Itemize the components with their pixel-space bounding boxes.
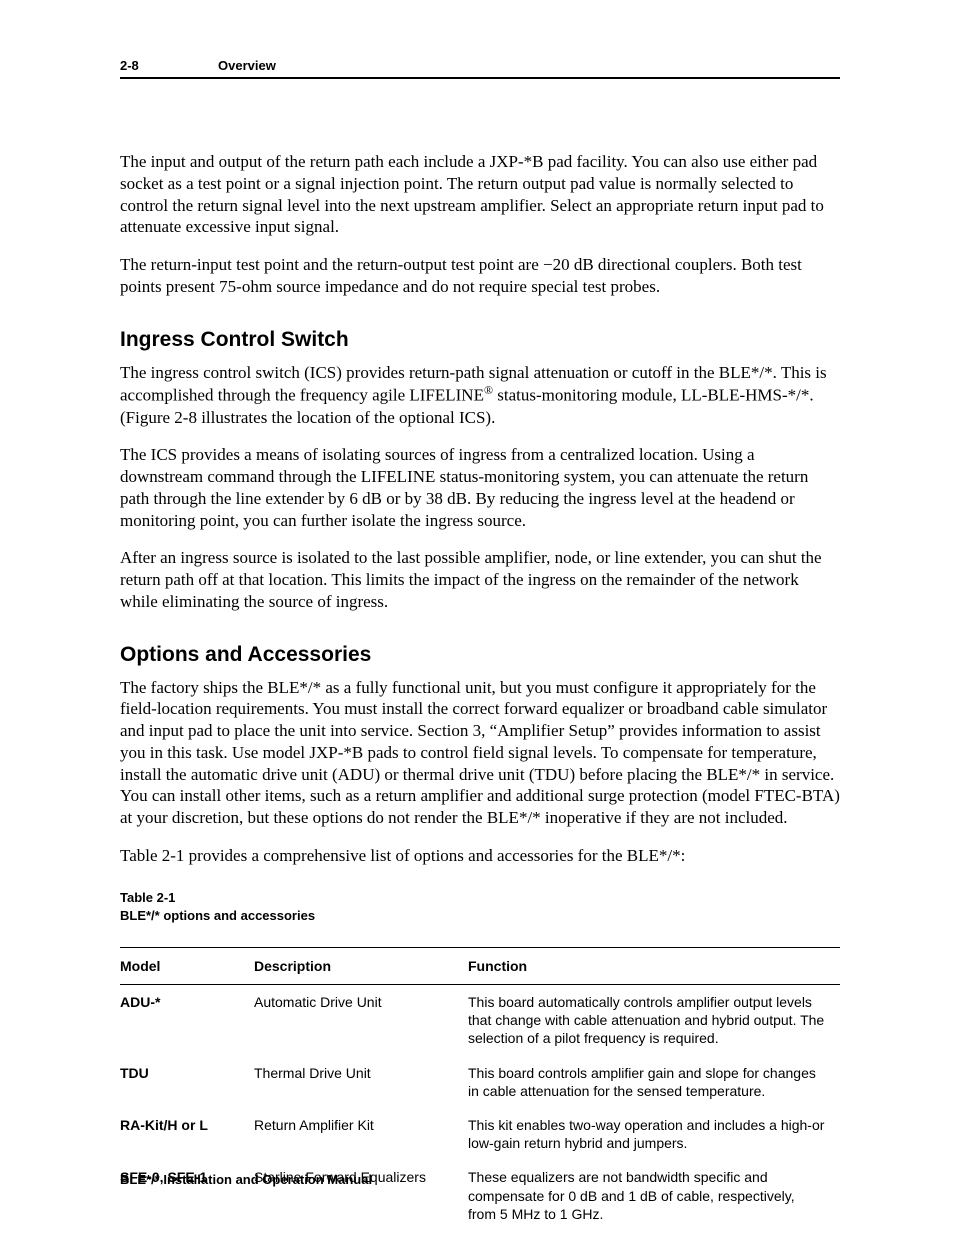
table-title: BLE*/* options and accessories bbox=[120, 908, 315, 923]
cell-function: These equalizers are not bandwidth speci… bbox=[468, 1160, 840, 1231]
table-row: ADU-* Automatic Drive Unit This board au… bbox=[120, 985, 840, 1056]
options-table: Model Description Function ADU-* Automat… bbox=[120, 947, 840, 1231]
table-row: RA-Kit/H or L Return Amplifier Kit This … bbox=[120, 1108, 840, 1160]
cell-function: This board controls amplifier gain and s… bbox=[468, 1056, 840, 1108]
col-header-model: Model bbox=[120, 948, 254, 985]
paragraph: The input and output of the return path … bbox=[120, 151, 840, 238]
cell-function: This kit enables two-way operation and i… bbox=[468, 1108, 840, 1160]
body-text: The input and output of the return path … bbox=[120, 151, 840, 1231]
col-header-function: Function bbox=[468, 948, 840, 985]
heading-ingress-control-switch: Ingress Control Switch bbox=[120, 328, 840, 352]
heading-options-and-accessories: Options and Accessories bbox=[120, 643, 840, 667]
page: 2-8 Overview The input and output of the… bbox=[0, 0, 954, 1235]
paragraph: The ICS provides a means of isolating so… bbox=[120, 444, 840, 531]
footer-title: BLE*/* Installation and Operation Manual bbox=[120, 1172, 372, 1187]
cell-function: This board automatically controls amplif… bbox=[468, 985, 840, 1056]
col-header-description: Description bbox=[254, 948, 468, 985]
registered-mark: ® bbox=[484, 383, 493, 397]
cell-model: TDU bbox=[120, 1056, 254, 1108]
cell-model: SFE-0, SFE-1 bbox=[120, 1160, 254, 1231]
paragraph: The ingress control switch (ICS) provide… bbox=[120, 362, 840, 429]
table-row: SFE-0, SFE-1 Starline Forward Equalizers… bbox=[120, 1160, 840, 1231]
paragraph: The factory ships the BLE*/* as a fully … bbox=[120, 677, 840, 829]
cell-description: Return Amplifier Kit bbox=[254, 1108, 468, 1160]
table-caption: Table 2-1 BLE*/* options and accessories bbox=[120, 889, 840, 925]
section-name: Overview bbox=[218, 58, 276, 73]
cell-model: RA-Kit/H or L bbox=[120, 1108, 254, 1160]
table-header-row: Model Description Function bbox=[120, 948, 840, 985]
paragraph: After an ingress source is isolated to t… bbox=[120, 547, 840, 612]
page-number: 2-8 bbox=[120, 58, 218, 73]
running-header: 2-8 Overview bbox=[120, 58, 840, 79]
table-number: Table 2-1 bbox=[120, 890, 175, 905]
table-row: TDU Thermal Drive Unit This board contro… bbox=[120, 1056, 840, 1108]
paragraph: The return-input test point and the retu… bbox=[120, 254, 840, 298]
cell-description: Starline Forward Equalizers bbox=[254, 1160, 468, 1231]
cell-model: ADU-* bbox=[120, 985, 254, 1056]
paragraph: Table 2-1 provides a comprehensive list … bbox=[120, 845, 840, 867]
cell-description: Automatic Drive Unit bbox=[254, 985, 468, 1056]
cell-description: Thermal Drive Unit bbox=[254, 1056, 468, 1108]
